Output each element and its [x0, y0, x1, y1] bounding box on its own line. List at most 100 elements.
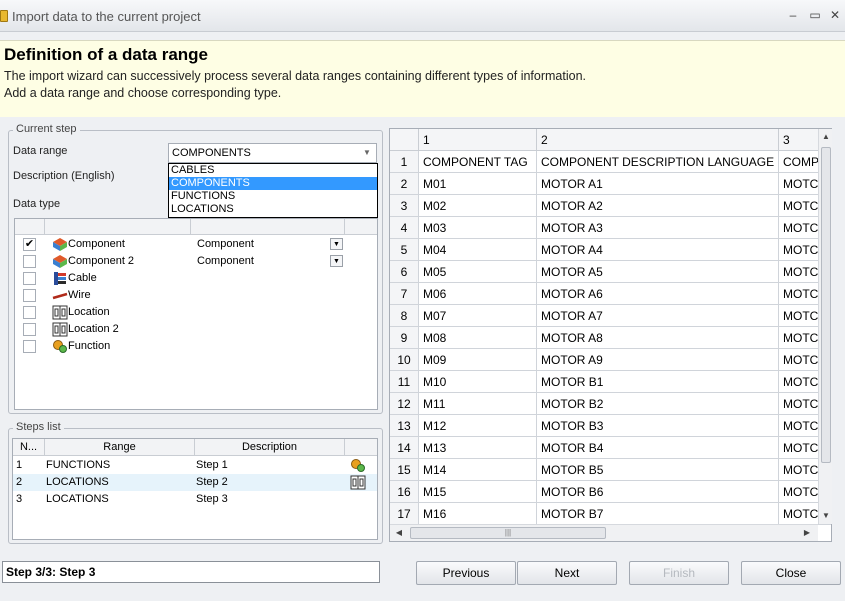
grid-cell[interactable]: M10: [419, 371, 537, 393]
next-button[interactable]: Next: [517, 561, 617, 585]
grid-cell[interactable]: MOTOR A7: [537, 305, 779, 327]
column-header-description[interactable]: Description: [195, 439, 345, 456]
dropdown-option-components[interactable]: COMPONENTS: [169, 177, 377, 190]
checkbox-wire[interactable]: [23, 289, 36, 302]
data-range-dropdown-list[interactable]: CABLES COMPONENTS FUNCTIONS LOCATIONS: [168, 163, 378, 218]
scroll-up-icon[interactable]: ▲: [819, 130, 833, 144]
grid-row[interactable]: 2 M01 MOTOR A1 MOTC: [390, 173, 831, 195]
step-row[interactable]: 1 FUNCTIONS Step 1: [13, 457, 377, 474]
grid-cell[interactable]: M07: [419, 305, 537, 327]
grid-cell[interactable]: M16: [419, 503, 537, 525]
grid-cell[interactable]: M04: [419, 239, 537, 261]
vertical-scroll-thumb[interactable]: [821, 147, 831, 463]
grid-row-header[interactable]: 7: [390, 283, 419, 305]
grid-cell[interactable]: M01: [419, 173, 537, 195]
grid-row[interactable]: 13 M12 MOTOR B3 MOTC: [390, 415, 831, 437]
grid-cell[interactable]: MOTOR A8: [537, 327, 779, 349]
step-row[interactable]: 2 LOCATIONS Step 2: [13, 474, 377, 491]
grid-row[interactable]: 5 M04 MOTOR A4 MOTC: [390, 239, 831, 261]
close-button[interactable]: Close: [741, 561, 841, 585]
scroll-right-icon[interactable]: ▶: [800, 526, 814, 540]
data-type-row-component[interactable]: ✔ Component Component ▼: [15, 236, 377, 253]
checkbox-cable[interactable]: [23, 272, 36, 285]
grid-row[interactable]: 9 M08 MOTOR A8 MOTC: [390, 327, 831, 349]
data-range-combo[interactable]: COMPONENTS ▼: [168, 143, 377, 163]
dropdown-option-functions[interactable]: FUNCTIONS: [169, 190, 377, 203]
checkbox-location-2[interactable]: [23, 323, 36, 336]
dropdown-option-locations[interactable]: LOCATIONS: [169, 203, 377, 216]
grid-cell[interactable]: MOTOR B2: [537, 393, 779, 415]
grid-cell[interactable]: M08: [419, 327, 537, 349]
chevron-down-icon[interactable]: ▼: [360, 146, 374, 160]
grid-row-header[interactable]: 10: [390, 349, 419, 371]
grid-row[interactable]: 10 M09 MOTOR A9 MOTC: [390, 349, 831, 371]
grid-row[interactable]: 15 M14 MOTOR B5 MOTC: [390, 459, 831, 481]
checkbox-function[interactable]: [23, 340, 36, 353]
grid-cell[interactable]: M03: [419, 217, 537, 239]
chevron-down-icon[interactable]: ▼: [330, 238, 343, 250]
grid-row[interactable]: 3 M02 MOTOR A2 MOTC: [390, 195, 831, 217]
grid-vertical-scrollbar[interactable]: ▲ ▼: [818, 129, 832, 524]
data-type-row-location-2[interactable]: Location 2: [15, 321, 377, 338]
grid-row-header[interactable]: 3: [390, 195, 419, 217]
data-preview-grid[interactable]: 1 2 3 1 COMPONENT TAG COMPONENT DESCRIPTIO…: [389, 128, 832, 542]
grid-cell[interactable]: MOTOR B7: [537, 503, 779, 525]
data-type-row-wire[interactable]: Wire: [15, 287, 377, 304]
data-type-row-component-2[interactable]: Component 2 Component ▼: [15, 253, 377, 270]
grid-row[interactable]: 17 M16 MOTOR B7 MOTC: [390, 503, 831, 525]
grid-cell[interactable]: MOTOR A4: [537, 239, 779, 261]
grid-cell[interactable]: M12: [419, 415, 537, 437]
grid-cell[interactable]: COMPONENT DESCRIPTION LANGUAGE 1: [537, 151, 779, 173]
grid-row[interactable]: 6 M05 MOTOR A5 MOTC: [390, 261, 831, 283]
grid-cell[interactable]: M11: [419, 393, 537, 415]
grid-row-header[interactable]: 12: [390, 393, 419, 415]
grid-cell[interactable]: MOTOR A6: [537, 283, 779, 305]
data-type-row-location[interactable]: Location: [15, 304, 377, 321]
step-row[interactable]: 3 LOCATIONS Step 3: [13, 491, 377, 508]
grid-row[interactable]: 4 M03 MOTOR A3 MOTC: [390, 217, 831, 239]
data-type-row-function[interactable]: Function: [15, 338, 377, 355]
grid-row-header[interactable]: 8: [390, 305, 419, 327]
grid-cell[interactable]: MOTOR A3: [537, 217, 779, 239]
grid-row-header[interactable]: 13: [390, 415, 419, 437]
grid-row-header[interactable]: 5: [390, 239, 419, 261]
grid-cell[interactable]: MOTOR A9: [537, 349, 779, 371]
grid-cell[interactable]: M09: [419, 349, 537, 371]
grid-cell[interactable]: M02: [419, 195, 537, 217]
grid-cell[interactable]: MOTOR B4: [537, 437, 779, 459]
grid-cell[interactable]: M14: [419, 459, 537, 481]
grid-row[interactable]: 12 M11 MOTOR B2 MOTC: [390, 393, 831, 415]
dropdown-option-cables[interactable]: CABLES: [169, 164, 377, 177]
checkbox-component[interactable]: ✔: [23, 238, 36, 251]
grid-row-header[interactable]: 16: [390, 481, 419, 503]
close-window-button[interactable]: ✕: [828, 8, 842, 22]
grid-cell[interactable]: MOTOR A2: [537, 195, 779, 217]
grid-cell[interactable]: MOTOR A5: [537, 261, 779, 283]
checkbox-location[interactable]: [23, 306, 36, 319]
grid-cell[interactable]: M15: [419, 481, 537, 503]
grid-row-header[interactable]: 1: [390, 151, 419, 173]
data-type-row-cable[interactable]: Cable: [15, 270, 377, 287]
horizontal-scroll-thumb[interactable]: |||: [410, 527, 606, 539]
maximize-button[interactable]: ▭: [808, 8, 822, 22]
grid-cell[interactable]: MOTOR B6: [537, 481, 779, 503]
grid-row[interactable]: 8 M07 MOTOR A7 MOTC: [390, 305, 831, 327]
grid-row-header[interactable]: 11: [390, 371, 419, 393]
grid-row[interactable]: 14 M13 MOTOR B4 MOTC: [390, 437, 831, 459]
grid-row[interactable]: 1 COMPONENT TAG COMPONENT DESCRIPTION LANG…: [390, 151, 831, 173]
grid-row-header[interactable]: 15: [390, 459, 419, 481]
scroll-left-icon[interactable]: ◀: [392, 526, 406, 540]
grid-cell[interactable]: M05: [419, 261, 537, 283]
grid-row-header[interactable]: 6: [390, 261, 419, 283]
grid-cell[interactable]: MOTOR B3: [537, 415, 779, 437]
grid-cell[interactable]: COMPONENT TAG: [419, 151, 537, 173]
grid-horizontal-scrollbar[interactable]: ◀ ||| ▶: [390, 524, 818, 541]
grid-column-header[interactable]: 1: [419, 129, 537, 151]
grid-row[interactable]: 11 M10 MOTOR B1 MOTC: [390, 371, 831, 393]
grid-cell[interactable]: MOTOR B5: [537, 459, 779, 481]
grid-row[interactable]: 16 M15 MOTOR B6 MOTC: [390, 481, 831, 503]
grid-row-header[interactable]: 9: [390, 327, 419, 349]
previous-button[interactable]: Previous: [416, 561, 516, 585]
grid-cell[interactable]: M06: [419, 283, 537, 305]
grid-row[interactable]: 7 M06 MOTOR A6 MOTC: [390, 283, 831, 305]
